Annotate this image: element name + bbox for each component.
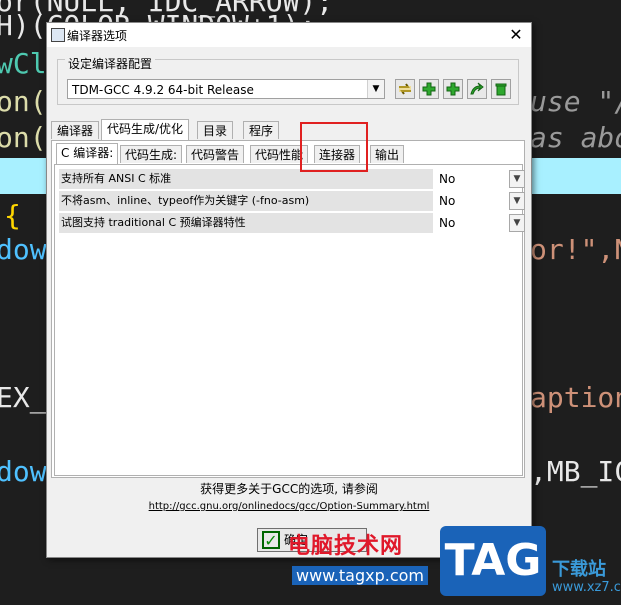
- subtab-code-generation[interactable]: 代码生成:: [120, 145, 183, 163]
- chevron-down-icon[interactable]: ▼: [509, 214, 525, 232]
- chevron-down-icon: ▼: [367, 80, 384, 98]
- option-label: 试图支持 traditional C 预编译器特性: [59, 213, 433, 233]
- app-icon: [51, 28, 65, 42]
- plus-icon: [446, 82, 460, 96]
- chevron-down-icon[interactable]: ▼: [509, 192, 525, 210]
- tab-compiler[interactable]: 编译器: [51, 121, 100, 139]
- delete-button[interactable]: [491, 79, 511, 99]
- watermark-site: 下载站: [552, 559, 606, 580]
- title-bar[interactable]: 编译器选项 ✕: [47, 23, 531, 47]
- code-fragment: aption: [530, 381, 621, 414]
- compiler-set-select[interactable]: TDM-GCC 4.9.2 64-bit Release ▼: [67, 79, 385, 99]
- checkmark-icon: ✓: [262, 531, 280, 549]
- tab-codegen-optimize[interactable]: 代码生成/优化: [101, 119, 190, 140]
- code-line: EX_: [0, 381, 47, 414]
- code-line: {: [4, 199, 21, 232]
- group-label: 设定编译器配置: [65, 55, 156, 72]
- option-label: 支持所有 ANSI C 标准: [59, 169, 433, 189]
- sub-tab-strip: C 编译器: 代码生成: 代码警告 代码性能 连接器 输出: [52, 143, 522, 165]
- watermark-brand: 电脑技术网: [288, 534, 404, 559]
- arrows-icon: [399, 83, 411, 95]
- more-info-text: 获得更多关于GCC的选项, 请参阅: [200, 482, 378, 496]
- watermark-url: www.tagxp.com: [292, 566, 428, 585]
- option-label: 不将asm、inline、typeof作为关键字 (-fno-asm): [59, 191, 433, 211]
- tag-logo: TAG: [440, 526, 546, 596]
- redo-arrow-icon: [470, 82, 484, 95]
- import-button[interactable]: [467, 79, 487, 99]
- watermark-site-url: www.xz7.com: [552, 580, 621, 595]
- add-copy-button[interactable]: [443, 79, 463, 99]
- option-row: 不将asm、inline、typeof作为关键字 (-fno-asm) No ▼: [59, 191, 525, 211]
- add-button[interactable]: [419, 79, 439, 99]
- code-line: dow: [0, 233, 47, 266]
- dialog-title: 编译器选项: [67, 29, 128, 43]
- code-fragment: ,MB_IC: [530, 455, 621, 488]
- tab-programs[interactable]: 程序: [243, 121, 280, 139]
- subtab-output[interactable]: 输出: [370, 145, 405, 163]
- subtab-code-warnings[interactable]: 代码警告: [186, 145, 245, 163]
- code-fragment: use "/: [530, 85, 621, 118]
- code-fragment: as abo: [530, 121, 621, 154]
- tab-directories[interactable]: 目录: [197, 121, 234, 139]
- close-button[interactable]: ✕: [505, 25, 527, 45]
- gcc-options-link[interactable]: http://gcc.gnu.org/onlinedocs/gcc/Option…: [47, 501, 531, 512]
- code-line: dow: [0, 455, 47, 488]
- tab-panel: C 编译器: 代码生成: 代码警告 代码性能 连接器 输出 支持所有 ANSI …: [51, 140, 525, 478]
- option-row: 试图支持 traditional C 预编译器特性 No ▼: [59, 213, 525, 233]
- chevron-down-icon[interactable]: ▼: [509, 170, 525, 188]
- plus-icon: [422, 82, 436, 96]
- rename-button[interactable]: [395, 79, 415, 99]
- compiler-options-dialog: 编译器选项 ✕ 设定编译器配置 TDM-GCC 4.9.2 64-bit Rel…: [46, 22, 532, 558]
- subtab-c-compiler[interactable]: C 编译器:: [56, 143, 119, 164]
- code-line: on(: [0, 85, 47, 118]
- option-value[interactable]: No: [435, 169, 511, 189]
- compiler-set-value: TDM-GCC 4.9.2 64-bit Release: [72, 83, 254, 97]
- highlight-box: [300, 122, 368, 172]
- top-tab-strip: 编译器 代码生成/优化 目录 程序: [47, 119, 531, 141]
- option-value[interactable]: No: [435, 191, 511, 211]
- code-line: on(: [0, 121, 47, 154]
- option-row: 支持所有 ANSI C 标准 No ▼: [59, 169, 525, 189]
- options-grid: 支持所有 ANSI C 标准 No ▼ 不将asm、inline、typeof作…: [54, 164, 525, 476]
- option-value[interactable]: No: [435, 213, 511, 233]
- trash-icon: [495, 83, 507, 96]
- code-fragment: or!",N: [530, 233, 621, 266]
